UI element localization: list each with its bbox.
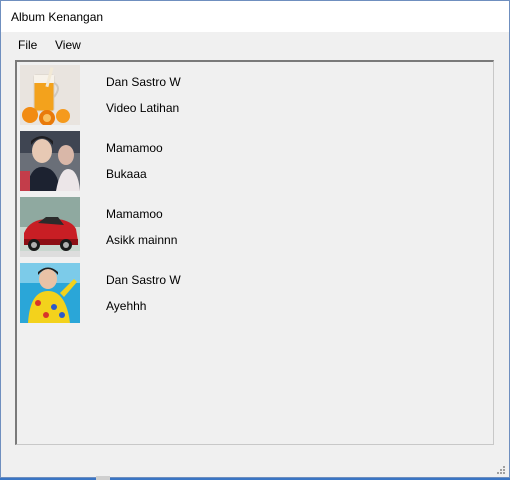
title-label: Bukaaa: [106, 167, 147, 181]
menu-bar: File View: [1, 32, 509, 56]
list-item[interactable]: Mamamoo Bukaaa: [20, 131, 480, 193]
menu-view[interactable]: View: [55, 38, 81, 52]
list-item[interactable]: Dan Sastro W Video Latihan: [20, 65, 480, 127]
title-bar[interactable]: Album Kenangan: [1, 1, 509, 32]
person-photo-thumbnail: [20, 131, 80, 191]
title-label: Ayehhh: [106, 299, 147, 313]
window-title: Album Kenangan: [11, 10, 104, 24]
orange-juice-thumbnail: [20, 65, 80, 125]
list-item[interactable]: Dan Sastro W Ayehhh: [20, 263, 480, 325]
artist-label: Mamamoo: [106, 207, 163, 221]
menu-file[interactable]: File: [18, 38, 37, 52]
artist-label: Dan Sastro W: [106, 273, 181, 287]
yellow-outfit-person-thumbnail: [20, 263, 80, 323]
artist-label: Mamamoo: [106, 141, 163, 155]
red-car-thumbnail: [20, 197, 80, 257]
title-label: Asikk mainnn: [106, 233, 178, 247]
title-label: Video Latihan: [106, 101, 180, 115]
album-list[interactable]: Dan Sastro W Video Latihan Mamamoo Bukaa…: [15, 60, 494, 445]
resize-grip-icon[interactable]: [495, 463, 505, 474]
app-window: Album Kenangan File View Dan Sastro W Vi…: [0, 0, 510, 478]
artist-label: Dan Sastro W: [106, 75, 181, 89]
list-item[interactable]: Mamamoo Asikk mainnn: [20, 197, 480, 259]
taskbar-fragment: [96, 476, 110, 480]
